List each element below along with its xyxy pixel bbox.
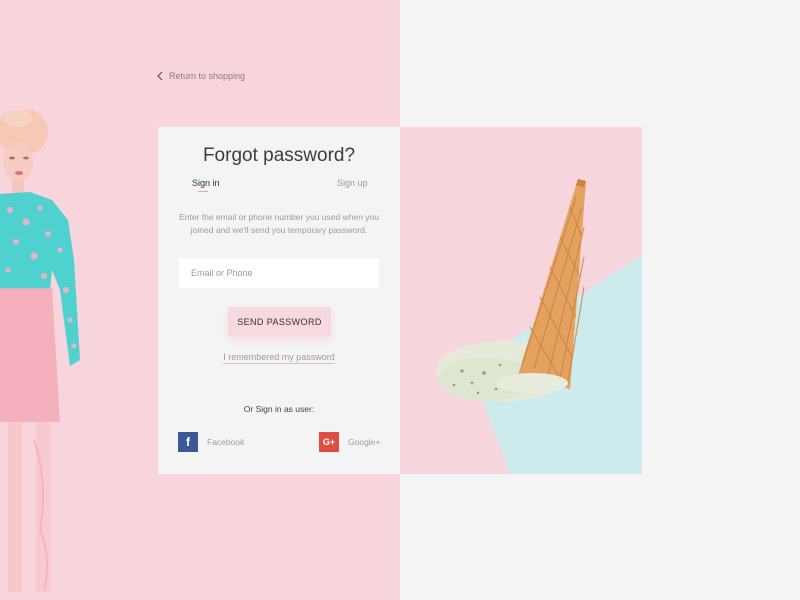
tab-sign-up[interactable]: Sign up [337, 178, 368, 188]
facebook-label: Facebook [207, 437, 245, 447]
remembered-password-link[interactable]: I remembered my password [223, 352, 335, 364]
return-to-shopping-link[interactable]: Return to shopping [157, 71, 245, 81]
page-title: Forgot password? [202, 145, 356, 166]
ice-cream-image [400, 127, 642, 474]
chevron-left-icon [157, 71, 163, 81]
forgot-password-card: Forgot password? Sign in Sign up Enter t… [158, 127, 400, 474]
send-password-button[interactable]: SEND PASSWORD [228, 307, 331, 336]
return-to-shopping-label: Return to shopping [169, 71, 246, 81]
active-tab-indicator [198, 191, 208, 192]
facebook-icon: f [178, 432, 198, 452]
instructions-text: Enter the email or phone number you used… [179, 212, 379, 235]
facebook-login-button[interactable]: f Facebook [178, 432, 244, 452]
ice-cream-illustration [400, 127, 642, 474]
model-image [0, 110, 80, 592]
remembered-password-row: I remembered my password [158, 352, 400, 364]
or-sign-in-label: Or Sign in as user: [243, 404, 315, 414]
google-plus-icon: G+ [319, 432, 339, 452]
email-or-phone-input[interactable] [179, 258, 379, 288]
google-plus-login-button[interactable]: G+ Google+ [319, 432, 380, 452]
tab-sign-in[interactable]: Sign in [192, 178, 220, 188]
google-plus-label: Google+ [348, 437, 381, 447]
